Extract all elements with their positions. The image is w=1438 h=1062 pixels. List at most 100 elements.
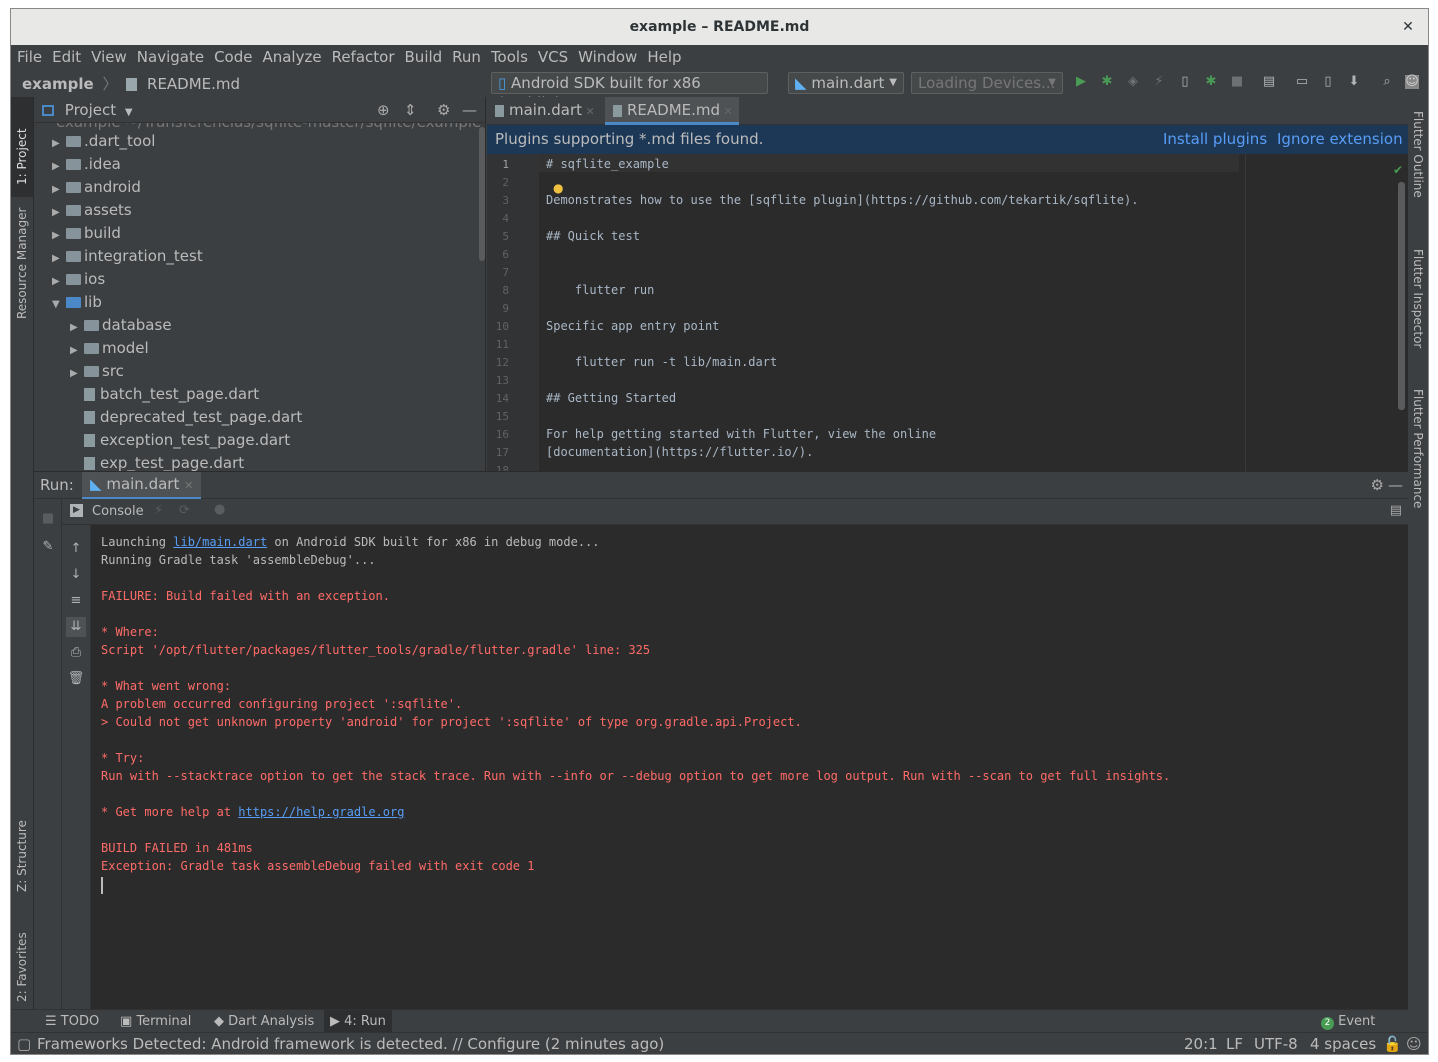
menu-build[interactable]: Build	[399, 45, 447, 66]
tab-todo[interactable]: ☰ TODO	[39, 1010, 105, 1033]
expand-right-icon[interactable]: ▶	[52, 224, 66, 247]
expand-right-icon[interactable]: ▶	[52, 270, 66, 293]
lightbulb-icon[interactable]: ●	[553, 181, 563, 195]
attach-debugger-icon[interactable]: ✱	[1204, 75, 1218, 89]
user-icon[interactable]: ☺	[1405, 75, 1419, 89]
breadcrumb-file[interactable]: README.md	[147, 75, 240, 93]
tree-item[interactable]: exp_test_page.dart	[70, 452, 244, 471]
tree-item[interactable]: ▶ src	[70, 360, 124, 383]
expand-right-icon[interactable]: ▶	[52, 247, 66, 270]
tree-item[interactable]: ▶ database	[70, 314, 172, 337]
console-link[interactable]: https://help.gradle.org	[238, 805, 404, 819]
menu-vcs[interactable]: VCS	[532, 45, 572, 66]
expand-right-icon[interactable]: ▶	[70, 316, 84, 339]
status-toggle-icon[interactable]: ▢	[17, 1033, 31, 1054]
pin-icon[interactable]: ✎	[38, 537, 58, 557]
editor-tab-readme-md[interactable]: README.md ✕	[605, 97, 739, 125]
tab-flutter-inspector[interactable]: Flutter Inspector	[1411, 249, 1425, 348]
avd-manager-icon[interactable]: ▭	[1295, 75, 1309, 89]
breadcrumb-project[interactable]: example	[22, 75, 94, 93]
menu-tools[interactable]: Tools	[485, 45, 532, 66]
run-icon[interactable]: ▶	[1074, 75, 1088, 89]
close-icon[interactable]: ✕	[720, 105, 733, 118]
tree-item[interactable]: ▶ build	[52, 222, 121, 245]
debug-icon[interactable]: ✱	[1100, 75, 1114, 89]
tree-item[interactable]: batch_test_page.dart	[70, 383, 259, 406]
tab-favorites[interactable]: 2: Favorites	[15, 932, 29, 1002]
project-structure-icon[interactable]: ▤	[1262, 75, 1276, 89]
install-plugins-link[interactable]: Install plugins	[1163, 125, 1267, 154]
editor-tab-main-dart[interactable]: main.dart ✕	[487, 97, 605, 125]
code-content[interactable]: # sqflite_example Demonstrates how to use…	[539, 154, 1408, 471]
arrow-down-icon[interactable]: ↓	[66, 565, 86, 585]
menu-view[interactable]: View	[85, 45, 131, 66]
attach-icon[interactable]: ▯	[1178, 75, 1192, 89]
console-link[interactable]: lib/main.dart	[173, 535, 267, 549]
menu-edit[interactable]: Edit	[46, 45, 85, 66]
device-selector[interactable]: ▯ Android SDK built for x86 (mobile) ▼	[491, 72, 768, 112]
menu-refactor[interactable]: Refactor	[326, 45, 399, 66]
tree-item[interactable]: exception_test_page.dart	[70, 429, 290, 452]
tree-item[interactable]: ▶ integration_test	[52, 245, 203, 268]
tree-item[interactable]: ▶ assets	[52, 199, 132, 222]
menu-window[interactable]: Window	[572, 45, 641, 66]
tab-resource-manager[interactable]: Resource Manager	[15, 208, 29, 319]
tree-item[interactable]: ▶ model	[70, 337, 149, 360]
expand-right-icon[interactable]: ▶	[70, 362, 84, 385]
project-panel-title[interactable]: Project	[65, 101, 116, 119]
tab-run[interactable]: ▶ 4: Run	[324, 1010, 392, 1033]
menu-help[interactable]: Help	[641, 45, 685, 66]
menu-code[interactable]: Code	[208, 45, 256, 66]
menu-run[interactable]: Run	[446, 45, 485, 66]
cursor-position[interactable]: 20:1	[1184, 1033, 1218, 1054]
tab-dart-analysis[interactable]: ◆ Dart Analysis	[208, 1010, 320, 1033]
tab-terminal[interactable]: ▣ Terminal	[114, 1010, 197, 1033]
tab-event-log[interactable]: 2 Event Log	[1315, 1010, 1408, 1052]
tree-item[interactable]: ▼ lib	[52, 291, 102, 314]
expand-right-icon[interactable]: ▶	[52, 155, 66, 178]
hide-icon[interactable]: —	[1388, 476, 1403, 494]
soft-wrap-icon[interactable]: ≡	[66, 591, 86, 611]
devtools-icon[interactable]: ●	[214, 502, 225, 517]
expand-right-icon[interactable]: ▶	[52, 132, 66, 155]
status-message[interactable]: Frameworks Detected: Android framework i…	[37, 1033, 664, 1054]
stop-icon[interactable]: ■	[1230, 75, 1244, 89]
ignore-extension-link[interactable]: Ignore extension	[1277, 125, 1403, 154]
tree-item[interactable]: ▶ .idea	[52, 153, 121, 176]
chevron-down-icon[interactable]: ▼	[125, 107, 133, 118]
tab-flutter-performance[interactable]: Flutter Performance	[1411, 389, 1425, 508]
gear-icon[interactable]: ⚙	[437, 97, 450, 123]
close-icon[interactable]: ✕	[184, 479, 193, 492]
hot-reload-icon[interactable]: ⚡	[154, 503, 163, 518]
line-separator[interactable]: LF	[1226, 1033, 1243, 1054]
hot-restart-icon[interactable]: ⟳	[179, 503, 190, 518]
print-icon[interactable]: ⎙	[66, 643, 86, 663]
menu-file[interactable]: File	[11, 45, 46, 66]
run-config-selector[interactable]: ◣ main.dart ▼	[788, 72, 904, 94]
expand-right-icon[interactable]: ▶	[52, 201, 66, 224]
tab-flutter-outline[interactable]: Flutter Outline	[1411, 111, 1425, 198]
console-tab-label[interactable]: Console	[92, 504, 144, 519]
trash-icon[interactable]: 🗑	[66, 669, 86, 689]
file-encoding[interactable]: UTF-8	[1254, 1033, 1298, 1054]
layout-icon[interactable]: ▤	[1390, 503, 1402, 518]
tab-project[interactable]: 1: Project	[15, 128, 29, 185]
close-icon[interactable]: ✕	[582, 105, 595, 118]
tree-item[interactable]: ▶ android	[52, 176, 141, 199]
gear-icon[interactable]: ⚙	[1371, 476, 1384, 494]
device-list-selector[interactable]: Loading Devices... ▼	[911, 72, 1063, 94]
collapse-all-icon[interactable]: ⇕	[404, 97, 417, 123]
inspector-icon[interactable]: ☺	[1406, 1033, 1422, 1054]
search-icon[interactable]: ⌕	[1380, 75, 1394, 89]
console-output[interactable]: Launching lib/main.dart on Android SDK b…	[91, 525, 1408, 1009]
stop-icon[interactable]: ■	[38, 509, 58, 529]
indent-setting[interactable]: 4 spaces	[1310, 1033, 1376, 1054]
tab-structure[interactable]: Z: Structure	[15, 820, 29, 892]
run-tab-main[interactable]: ◣ main.dart ✕	[82, 472, 202, 500]
hot-reload-icon[interactable]: ⚡	[1152, 75, 1166, 89]
locate-icon[interactable]: ⊕	[377, 97, 390, 123]
editor-scrollbar[interactable]	[1398, 182, 1405, 410]
arrow-up-icon[interactable]: ↑	[66, 539, 86, 559]
tree-item[interactable]: ▶ ios	[52, 268, 105, 291]
expand-down-icon[interactable]: ▼	[52, 293, 66, 316]
